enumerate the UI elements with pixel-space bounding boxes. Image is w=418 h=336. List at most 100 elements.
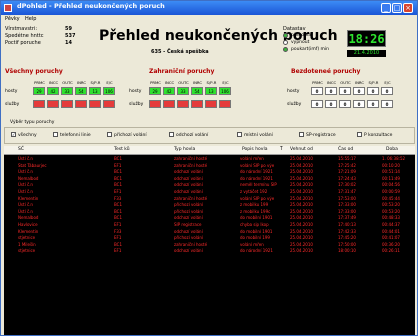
count-cell[interactable]: 13 bbox=[89, 87, 101, 95]
table-cell: 25.04.2010 bbox=[290, 222, 313, 227]
table-row[interactable]: Ústí č.n BC1 odchozí volání neměl termínu S… bbox=[4, 182, 415, 188]
table-cell: zahraniční hosté bbox=[174, 195, 208, 201]
table-row[interactable]: Ústí č.n BC1 příchozí volání z mobilku 199 2… bbox=[4, 202, 415, 208]
column-header[interactable]: Popis hovla bbox=[242, 147, 267, 152]
count-cell[interactable]: 0 bbox=[381, 100, 393, 108]
column-header[interactable]: Doba bbox=[386, 147, 398, 152]
checkbox-icon[interactable] bbox=[107, 132, 112, 137]
filter-checkbox-consult[interactable]: P konzultace bbox=[357, 132, 392, 138]
page-subtitle: 635 - Česká spešbka bbox=[151, 49, 209, 55]
table-row[interactable]: Stat Tábaurjec EF1 zahraniční hosté volání … bbox=[4, 163, 415, 169]
table-cell: 00:53:20 bbox=[382, 208, 400, 214]
column-header[interactable]: Typ hovla bbox=[174, 147, 195, 152]
table-cell: volání SIP po výe bbox=[240, 162, 275, 168]
count-cell[interactable] bbox=[149, 100, 161, 108]
table-row[interactable]: Nemalbod BC1 odchozí volání do národní 1921… bbox=[4, 176, 415, 182]
table-row[interactable]: 1 Milešín BC1 zahraniční hosté volání mřen 2… bbox=[4, 242, 415, 248]
count-cell[interactable] bbox=[33, 100, 45, 108]
close-button[interactable]: × bbox=[403, 3, 413, 13]
table-row[interactable]: Havlovice EF1 SIP registrace chyba sip lkop… bbox=[4, 222, 415, 228]
table-cell: odchozí volání bbox=[174, 189, 203, 194]
count-cell[interactable] bbox=[47, 100, 59, 108]
status-dot-icon[interactable] bbox=[283, 40, 288, 45]
table-cell: Nemalbod bbox=[18, 175, 39, 181]
count-cell[interactable]: 54 bbox=[191, 87, 203, 95]
count-cell[interactable] bbox=[191, 100, 203, 108]
menu-item-pevky[interactable]: Pěvky bbox=[5, 16, 20, 22]
table-row[interactable]: Ústí č.n BC1 zahraniční hosté volání mřen 25… bbox=[4, 156, 415, 162]
filter-checkbox-sip[interactable]: SP-registrace bbox=[299, 132, 336, 138]
column-header: OUTC bbox=[178, 80, 189, 85]
count-cell[interactable]: 0 bbox=[353, 100, 365, 108]
count-cell[interactable]: 106 bbox=[219, 87, 231, 95]
count-cell[interactable] bbox=[61, 100, 73, 108]
table-cell: z vytáčet 192 bbox=[240, 189, 268, 194]
minimize-button[interactable]: _ bbox=[381, 3, 391, 13]
table-row[interactable]: Ústí č.n EF1 odchozí volání z vytáčet 192 25… bbox=[4, 189, 415, 195]
count-cell[interactable] bbox=[89, 100, 101, 108]
maximize-button[interactable]: □ bbox=[392, 3, 402, 13]
count-cell[interactable] bbox=[219, 100, 231, 108]
column-header[interactable]: Vehnut od bbox=[290, 147, 313, 152]
count-cell[interactable]: 0 bbox=[367, 87, 379, 95]
count-cell[interactable]: 29 bbox=[149, 87, 161, 95]
count-cell[interactable]: 0 bbox=[325, 100, 337, 108]
count-cell[interactable]: 0 bbox=[339, 100, 351, 108]
count-cell[interactable]: 0 bbox=[367, 100, 379, 108]
filter-checkbox-outgoing[interactable]: odchozí volání bbox=[169, 132, 208, 138]
filter-checkbox-local[interactable]: místní volání bbox=[237, 132, 273, 138]
table-cell: BC1 bbox=[114, 175, 123, 181]
filter-checkbox-incoming[interactable]: příchozí volání bbox=[107, 132, 147, 138]
table-cell: EF1 bbox=[114, 189, 122, 194]
count-cell[interactable] bbox=[205, 100, 217, 108]
table-row[interactable]: Nemalbod BC1 odchozí volání do mobilní 1901… bbox=[4, 215, 415, 221]
table-row[interactable]: Klementin F33 zahraniční hosté volání SIP p… bbox=[4, 196, 415, 202]
filter-checkbox-line[interactable]: telefonni linie bbox=[53, 132, 91, 138]
count-cell[interactable]: 42 bbox=[163, 87, 175, 95]
column-header[interactable]: SČ bbox=[18, 147, 24, 152]
table-cell: 00:36:20 bbox=[382, 241, 400, 247]
menu-bar: Pěvky Help bbox=[1, 15, 417, 23]
filter-checkbox-all[interactable]: ✓ všechny bbox=[11, 132, 37, 138]
checkbox-icon[interactable] bbox=[237, 132, 242, 137]
count-cell[interactable]: 54 bbox=[75, 87, 87, 95]
menu-item-help[interactable]: Help bbox=[25, 16, 36, 22]
count-cell[interactable]: 0 bbox=[353, 87, 365, 95]
count-cell[interactable]: 29 bbox=[33, 87, 45, 95]
count-cell[interactable]: 106 bbox=[103, 87, 115, 95]
column-header[interactable]: Test ků bbox=[114, 147, 130, 152]
title-bar[interactable]: dPohled - Přehled neukončených poruch _ … bbox=[1, 1, 417, 15]
count-cell[interactable]: 33 bbox=[61, 87, 73, 95]
count-cell[interactable]: 0 bbox=[311, 100, 323, 108]
table-row[interactable]: Ústí č.n BC1 odchozí volání do národní 1921… bbox=[4, 169, 415, 175]
count-cell[interactable] bbox=[177, 100, 189, 108]
count-cell[interactable]: 13 bbox=[205, 87, 217, 95]
column-header[interactable]: Ť bbox=[280, 147, 283, 152]
table-row[interactable]: stjetnice EF1 odchozí volání do národní 192… bbox=[4, 248, 415, 254]
table-cell: z mobilku 199c bbox=[240, 208, 271, 214]
row-label: hosty bbox=[287, 89, 300, 94]
count-cell[interactable]: 0 bbox=[311, 87, 323, 95]
count-cell[interactable]: 33 bbox=[177, 87, 189, 95]
table-cell: 17:31:47 bbox=[338, 189, 356, 194]
table-row[interactable]: Klementin F33 odchozí volání do mobilní 190… bbox=[4, 229, 415, 235]
count-cell[interactable]: 42 bbox=[47, 87, 59, 95]
checkbox-icon[interactable] bbox=[169, 132, 174, 137]
count-cell[interactable] bbox=[75, 100, 87, 108]
status-dot-icon[interactable] bbox=[283, 47, 288, 52]
table-cell: zahraniční hosté bbox=[174, 156, 208, 161]
checkbox-icon[interactable] bbox=[299, 132, 304, 137]
checkbox-checked-icon[interactable]: ✓ bbox=[11, 132, 16, 137]
count-cell[interactable]: 0 bbox=[339, 87, 351, 95]
count-cell[interactable] bbox=[103, 100, 115, 108]
checkbox-icon[interactable] bbox=[357, 132, 362, 137]
count-cell[interactable] bbox=[163, 100, 175, 108]
column-header[interactable]: Čas od bbox=[338, 147, 353, 152]
count-cell[interactable]: 0 bbox=[325, 87, 337, 95]
status-dot-icon[interactable] bbox=[283, 33, 288, 38]
table-row[interactable]: stjetnice EF1 příchozí volání do mobilní 19… bbox=[4, 235, 415, 241]
count-cell[interactable]: 0 bbox=[381, 87, 393, 95]
table-row[interactable]: Ústí č.n BC1 příchozí volání z mobilku 199c… bbox=[4, 209, 415, 215]
table-cell: BC1 bbox=[114, 241, 123, 247]
checkbox-icon[interactable] bbox=[53, 132, 58, 137]
